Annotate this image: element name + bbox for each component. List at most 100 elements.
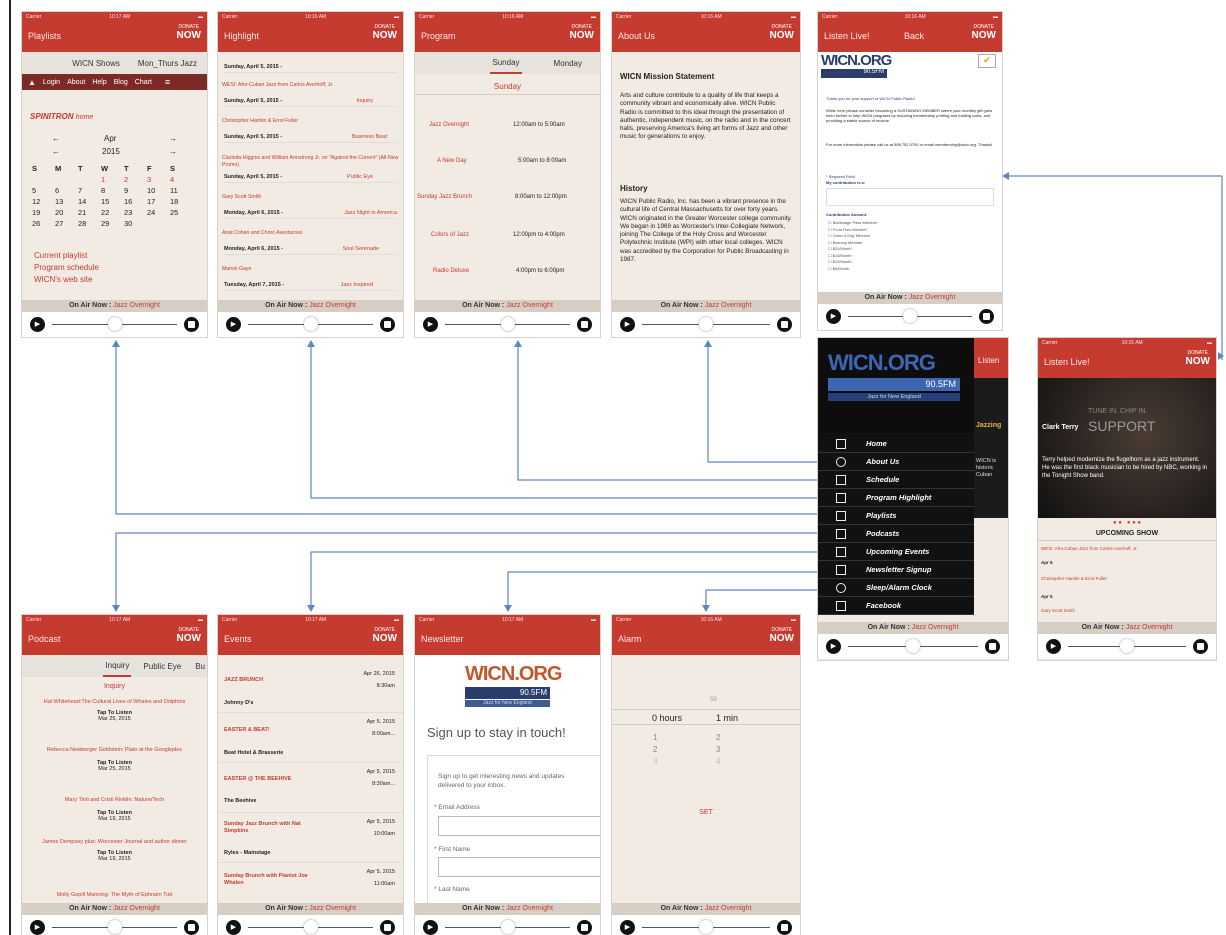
level-option[interactable]: ☐ $5/Month [828, 266, 877, 273]
podcast-title[interactable]: Molly Gupill Manning: The Myth of Ephrai… [22, 892, 207, 898]
prev-month-arrow[interactable]: ← [52, 134, 60, 143]
play-button[interactable]: ▶ [620, 920, 635, 935]
slide-indicator[interactable]: ● ● ● ● ● [1038, 520, 1216, 526]
nav-help[interactable]: Help [92, 79, 106, 86]
podcast-item[interactable]: Hal Whitehead:The Cultural Lives of Whal… [22, 699, 207, 722]
calendar-day[interactable]: 30 [124, 218, 147, 229]
highlight-item[interactable]: Gary Scott Smith [222, 194, 399, 200]
first-name-field[interactable] [438, 857, 600, 877]
menu-icon[interactable]: ≡ [165, 77, 170, 87]
calendar-day[interactable]: 21 [78, 207, 101, 218]
volume-slider-thumb[interactable] [699, 317, 713, 331]
stop-button[interactable] [979, 309, 994, 324]
donate-button[interactable]: DONATE NOW [177, 25, 201, 42]
event-row[interactable]: Sunday Brunch with Pianist Joe Whalen Ap… [218, 863, 403, 901]
tab-monday[interactable]: Monday [552, 54, 584, 73]
podcast-item[interactable]: Mary Tinti and Cristi Rinklin: Nature/Te… [22, 797, 207, 822]
nav-blog[interactable]: Blog [114, 79, 128, 86]
current-playlist-link[interactable]: Current playlist [34, 250, 99, 262]
next-year-arrow[interactable]: → [169, 147, 177, 156]
stop-button[interactable] [184, 920, 199, 935]
play-button[interactable]: ▶ [226, 317, 241, 332]
stop-button[interactable] [577, 317, 592, 332]
menu-item-home[interactable]: Home [818, 435, 974, 453]
calendar-day[interactable]: 6 [55, 185, 78, 196]
calendar-day[interactable]: 5 [32, 185, 55, 196]
volume-slider-thumb[interactable] [699, 920, 713, 934]
calendar-day[interactable]: 2 [124, 174, 147, 185]
play-button[interactable]: ▶ [423, 317, 438, 332]
menu-item-about[interactable]: About Us [818, 453, 974, 471]
volume-slider-thumb[interactable] [500, 317, 515, 331]
prev-year-arrow[interactable]: ← [52, 147, 60, 156]
menu-item-podcasts[interactable]: Podcasts [818, 525, 974, 543]
calendar-day[interactable]: 9 [124, 185, 147, 196]
volume-slider-thumb[interactable] [1120, 639, 1134, 653]
donate-button[interactable]: DONATE NOW [373, 25, 397, 42]
event-row[interactable]: Sunday Jazz Brunch with Nat Simpkins Apr… [218, 813, 403, 863]
calendar-day[interactable]: 13 [55, 196, 78, 207]
highlight-item[interactable]: Anat Cohen and Choro Aventuroso [222, 230, 399, 236]
donate-button[interactable]: DONATE NOW [770, 25, 794, 42]
calendar-day[interactable]: 17 [147, 196, 170, 207]
next-month-arrow[interactable]: → [169, 134, 177, 143]
play-button[interactable]: ▶ [826, 639, 841, 654]
play-button[interactable]: ▶ [226, 920, 241, 935]
donate-button[interactable]: DONATE NOW [972, 25, 996, 42]
calendar-day[interactable]: 11 [170, 185, 193, 196]
menu-item-facebook[interactable]: Facebook [818, 597, 974, 615]
volume-slider-thumb[interactable] [303, 920, 318, 934]
calendar-day[interactable]: 12 [32, 196, 55, 207]
event-row[interactable]: JAZZ BRUNCH Apr 26, 2015 8:30am Johnny D… [218, 667, 403, 713]
tab-sunday[interactable]: Sunday [490, 53, 522, 74]
nav-login[interactable]: Login [43, 79, 60, 86]
email-field[interactable] [438, 816, 600, 836]
play-button[interactable]: ▶ [423, 920, 438, 935]
menu-item-events[interactable]: Upcoming Events [818, 543, 974, 561]
tab-mon-thurs[interactable]: Mon_Thurs Jazz [136, 54, 199, 73]
volume-slider-thumb[interactable] [107, 920, 122, 934]
contribution-type-options[interactable] [826, 188, 994, 206]
nav-about[interactable]: About [67, 79, 85, 86]
tab-business[interactable]: Bu [193, 657, 207, 676]
back-button[interactable]: Back [904, 31, 924, 41]
podcast-item[interactable]: James Dempsey plus: Worcester Journal an… [22, 839, 207, 862]
wicn-site-link[interactable]: WICN's web site [34, 274, 99, 286]
calendar-day[interactable]: 18 [170, 196, 193, 207]
menu-item-program-highlight[interactable]: Program Highlight [818, 489, 974, 507]
calendar-day[interactable]: 3 [147, 174, 170, 185]
menu-item-alarm[interactable]: Sleep/Alarm Clock [818, 579, 974, 597]
event-row[interactable]: EASTER @ THE BEEHIVE Apr 5, 2015 8:30am.… [218, 763, 403, 813]
play-button[interactable]: ▶ [30, 317, 45, 332]
volume-slider-thumb[interactable] [500, 920, 515, 934]
highlight-item[interactable]: Christopher Hamlin & Errol Fuller [222, 118, 399, 124]
calendar-day[interactable]: 19 [32, 207, 55, 218]
upcoming-item[interactable]: Christopher Hamlin & Errol Fuller [1041, 576, 1107, 581]
calendar-day[interactable]: 8 [101, 185, 124, 196]
spinitron-home-link[interactable]: home [76, 114, 94, 121]
set-alarm-button[interactable]: SET [612, 809, 800, 816]
calendar-day[interactable]: 10 [147, 185, 170, 196]
volume-slider-thumb[interactable] [903, 309, 917, 323]
tab-wicn-shows[interactable]: WICN Shows [70, 54, 122, 73]
calendar-day[interactable]: 7 [78, 185, 101, 196]
play-button[interactable]: ▶ [826, 309, 841, 324]
highlight-item[interactable]: Clarinda Higgins and William Armstrong J… [222, 155, 399, 169]
calendar-day[interactable]: 14 [78, 196, 101, 207]
donate-button[interactable]: DONATE NOW [770, 628, 794, 645]
tab-public-eye[interactable]: Public Eye [141, 657, 183, 676]
podcast-item[interactable]: Rebecca Newberger Goldstein: Plato at th… [22, 747, 207, 772]
calendar-day[interactable]: 24 [147, 207, 170, 218]
menu-item-playlists[interactable]: Playlists [818, 507, 974, 525]
menu-item-newsletter[interactable]: Newsletter Signup [818, 561, 974, 579]
calendar-day[interactable]: 23 [124, 207, 147, 218]
calendar-day[interactable]: 22 [101, 207, 124, 218]
stop-button[interactable] [184, 317, 199, 332]
stop-button[interactable] [380, 317, 395, 332]
volume-slider-thumb[interactable] [107, 317, 122, 331]
calendar-day[interactable]: 15 [101, 196, 124, 207]
calendar-day[interactable]: 4 [170, 174, 193, 185]
nav-chart[interactable]: Chart [135, 79, 152, 86]
donate-button[interactable]: DONATE NOW [373, 628, 397, 645]
menu-item-schedule[interactable]: Schedule [818, 471, 974, 489]
